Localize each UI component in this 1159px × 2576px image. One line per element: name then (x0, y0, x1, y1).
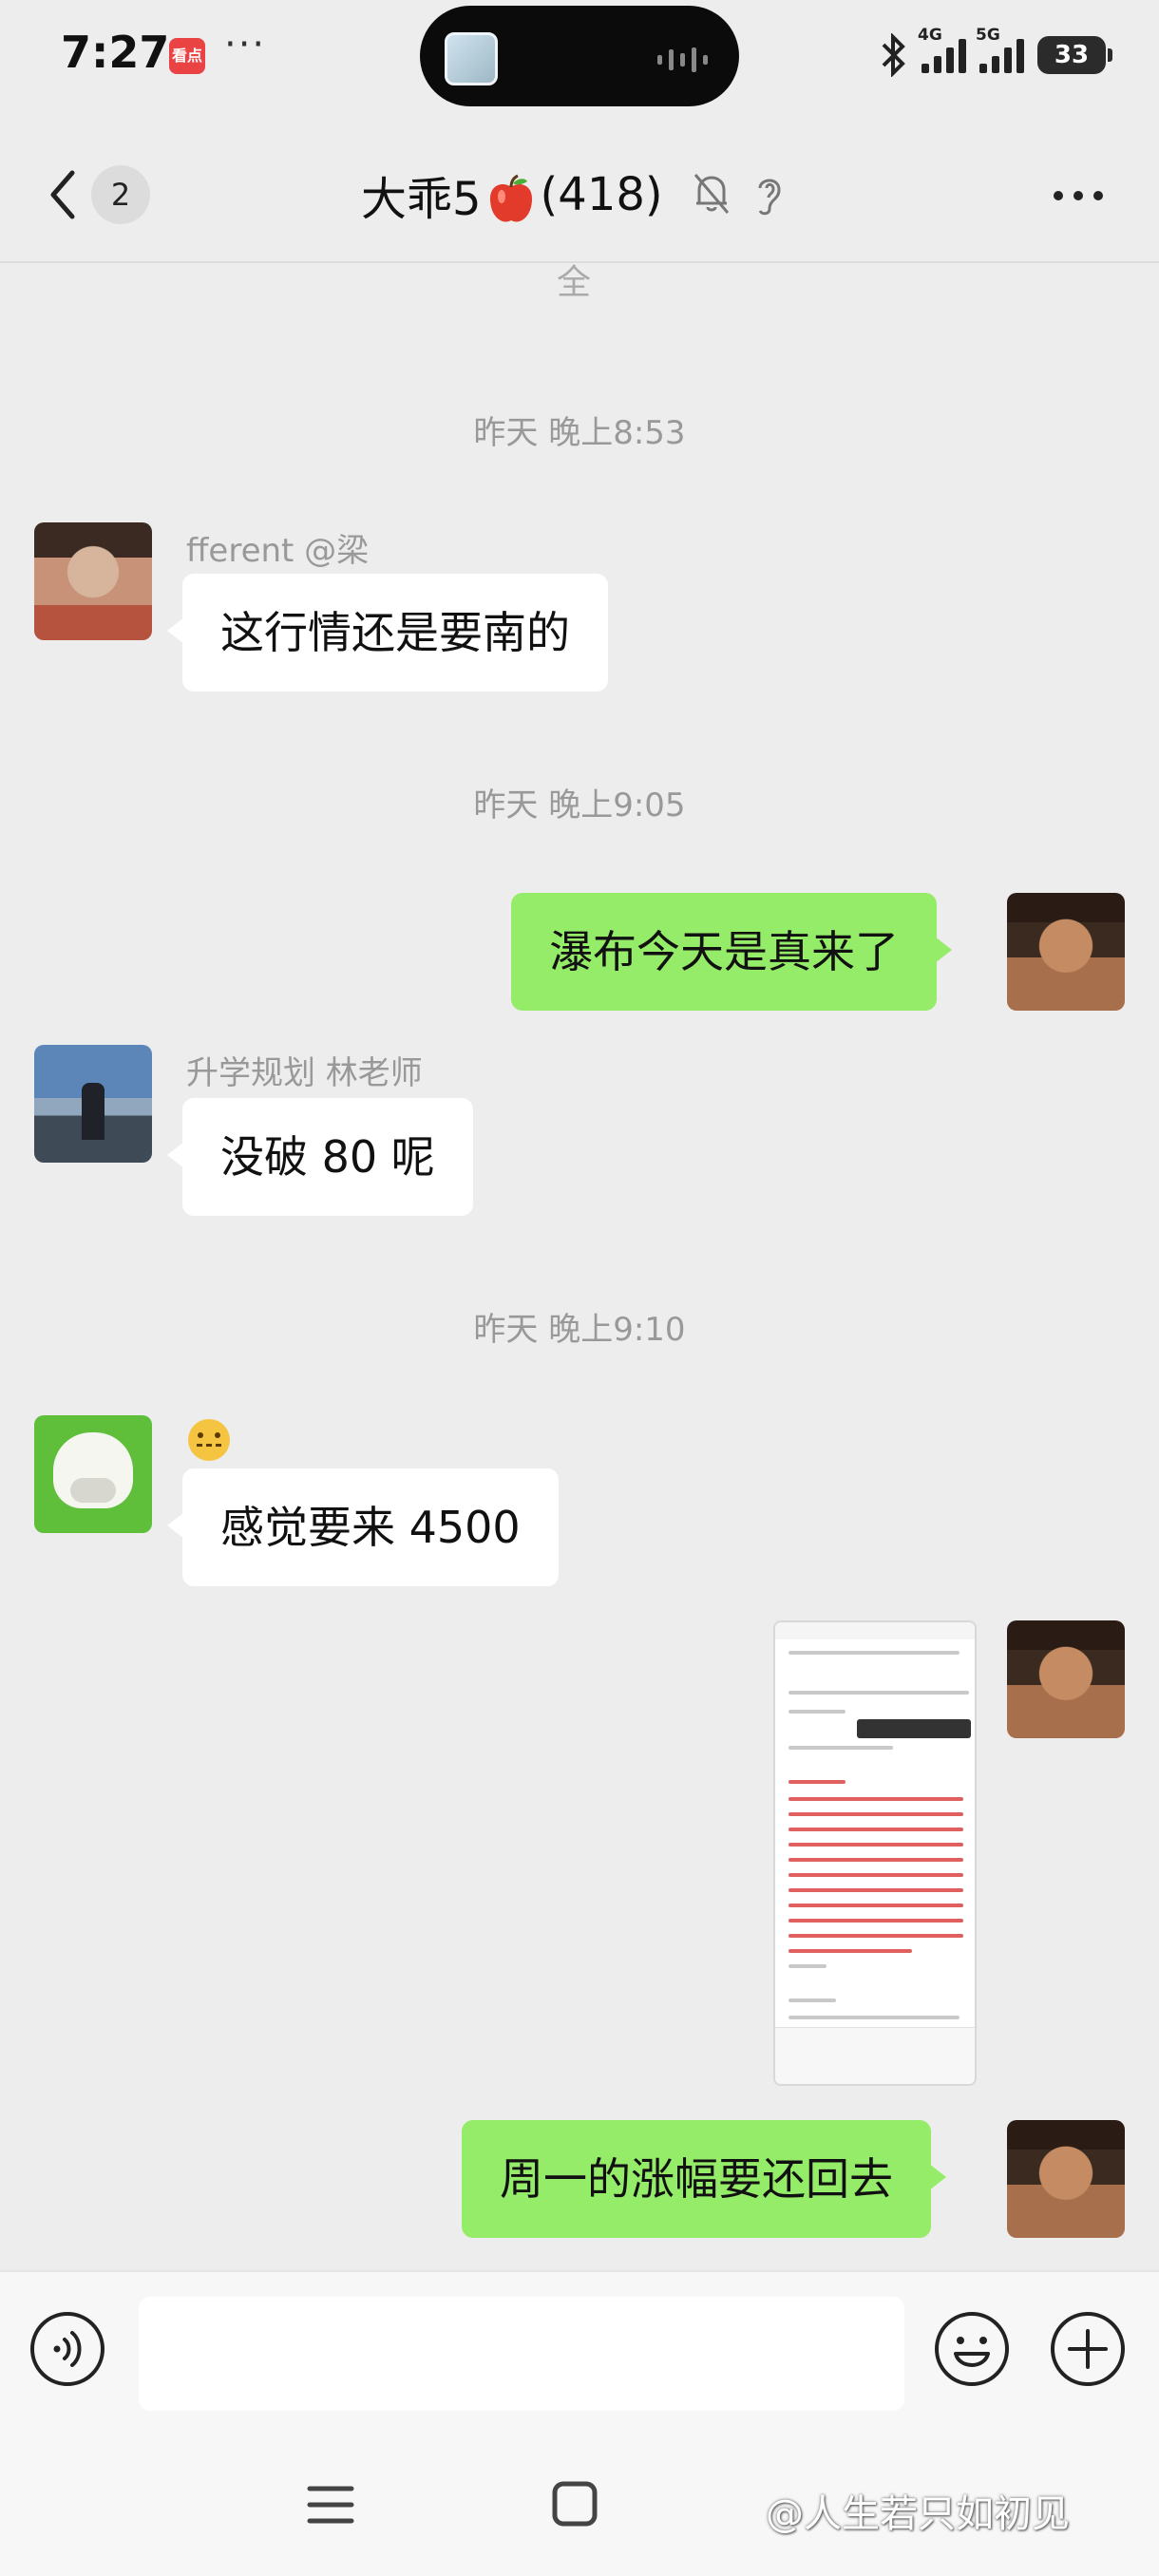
back-arrow-icon[interactable] (38, 161, 95, 228)
plus-icon[interactable] (1049, 2310, 1127, 2388)
earpiece-mode-icon (758, 179, 781, 216)
status-bar: 7:27 看点 ··· 4G 5G 33 (0, 0, 1159, 114)
red-apple-icon (489, 174, 532, 222)
network-type-label: 5G (976, 26, 1000, 45)
chat-input-bar (0, 2270, 1159, 2432)
timestamp: 昨天 晚上9:10 (473, 1311, 686, 1349)
audio-wave-icon (657, 47, 708, 72)
battery-icon: 33 (1037, 36, 1112, 74)
image-message[interactable] (773, 1620, 977, 2086)
system-navigation-bar: @人生若只如初见 (0, 2432, 1159, 2576)
self-avatar[interactable] (1007, 2120, 1125, 2238)
voice-input-icon[interactable] (28, 2310, 106, 2388)
zipper-mouth-emoji-icon (188, 1419, 230, 1461)
sender-name: 升学规划 林老师 (186, 1054, 423, 1092)
message-bubble-incoming[interactable]: 这行情还是要南的 (167, 574, 608, 691)
self-avatar[interactable] (1007, 1620, 1125, 1738)
partially-hidden-text: 全 (557, 263, 592, 302)
message-bubble-incoming[interactable]: 没破 80 呢 (167, 1098, 473, 1216)
message-bubble-outgoing[interactable]: 周一的涨幅要还回去 (462, 2120, 946, 2238)
unread-count-badge[interactable]: 2 (91, 165, 150, 224)
chat-member-count: (418) (540, 168, 663, 221)
timestamp: 昨天 晚上9:05 (473, 786, 686, 824)
chat-title[interactable]: 大乖5 (418) (361, 161, 663, 228)
status-time: 7:27 (61, 27, 170, 78)
sender-name: fferent @梁 (186, 532, 370, 570)
chat-header: 2 大乖5 (418) (0, 142, 1159, 247)
more-notifications-icon: ··· (224, 23, 267, 66)
muted-bell-icon (694, 174, 730, 214)
chat-title-prefix: 大乖5 (361, 173, 482, 226)
signal-5g-icon: 5G (976, 26, 1024, 73)
signal-4g-icon: 4G (918, 26, 966, 73)
sender-avatar[interactable] (34, 1045, 152, 1163)
timestamp: 昨天 晚上8:53 (473, 414, 686, 452)
message-bubble-incoming[interactable]: 感觉要来 4500 (167, 1468, 559, 1586)
app-notification-icon: 看点 (169, 38, 205, 74)
message-input[interactable] (139, 2297, 904, 2411)
dynamic-island[interactable] (420, 6, 739, 106)
self-avatar[interactable] (1007, 893, 1125, 1011)
media-thumbnail-icon (445, 32, 498, 85)
menu-icon[interactable] (306, 2481, 355, 2529)
sender-avatar[interactable] (34, 522, 152, 640)
message-bubble-outgoing[interactable]: 瀑布今天是真来了 (511, 893, 952, 1011)
watermark-text: @人生若只如初见 (766, 2492, 1070, 2536)
home-square-icon[interactable] (551, 2479, 598, 2529)
network-type-label: 4G (918, 26, 942, 45)
emoji-icon[interactable] (933, 2310, 1011, 2388)
more-options-icon[interactable] (1045, 177, 1112, 215)
bluetooth-icon (882, 33, 905, 77)
sender-avatar[interactable] (34, 1415, 152, 1533)
status-indicators: 4G 5G 33 (880, 26, 1112, 84)
